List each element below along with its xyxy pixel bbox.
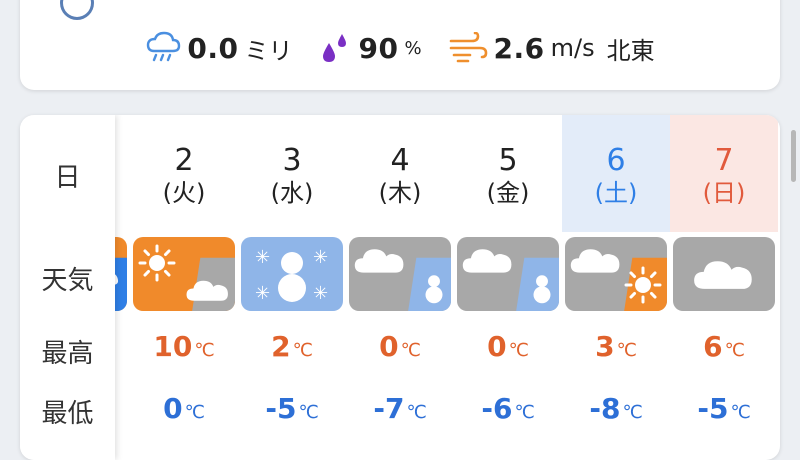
day-column[interactable]: 7 (日) 6 ℃ -5 ℃ — [670, 115, 778, 460]
high-temp-value: 3 — [595, 330, 615, 363]
low-temp: -5 ℃ — [238, 392, 346, 425]
high-temp-value: 0 — [379, 330, 399, 363]
wind-icon — [448, 32, 488, 64]
day-column[interactable]: 4 (木) 0 ℃ -7 ℃ — [346, 115, 454, 460]
high-temp: 0 ℃ — [346, 330, 454, 363]
temp-unit: ℃ — [730, 402, 751, 423]
low-temp: 0 ℃ — [130, 392, 238, 425]
low-temp: -5 ℃ — [670, 392, 778, 425]
temp-unit: ℃ — [400, 340, 421, 361]
day-of-week: (土) — [594, 179, 638, 207]
low-temp-value: -8 — [589, 392, 621, 425]
wind-stat: 2.6 m/s 北東 — [448, 31, 655, 66]
temp-unit: ℃ — [184, 402, 205, 423]
low-temp-value: -6 — [481, 392, 513, 425]
humidity-value: 90 — [358, 31, 399, 65]
temp-unit: ℃ — [292, 340, 313, 361]
temp-unit: ℃ — [514, 402, 535, 423]
low-temp: -6 ℃ — [454, 392, 562, 425]
row-label-high: 最高 — [41, 339, 94, 369]
temp-unit: ℃ — [724, 340, 745, 361]
row-label-date: 日 — [54, 163, 81, 193]
scrollbar-thumb[interactable] — [791, 130, 796, 182]
day-of-week: (金) — [486, 179, 530, 207]
day-of-week: (日) — [702, 179, 746, 207]
temp-unit: ℃ — [194, 340, 215, 361]
high-temp-value: 2 — [271, 330, 291, 363]
svg-text:✳: ✳ — [313, 247, 328, 268]
svg-text:✳: ✳ — [255, 283, 270, 304]
high-temp: 2 ℃ — [238, 330, 346, 363]
day-column[interactable]: 5 (金) 0 ℃ -6 ℃ — [454, 115, 562, 460]
temp-unit: ℃ — [406, 402, 427, 423]
temp-unit: ℃ — [508, 340, 529, 361]
temp-unit: ℃ — [298, 402, 319, 423]
cloud-to-snow-weather-icon — [349, 237, 451, 311]
cloud-to-sun-weather-icon — [565, 237, 667, 311]
humidity-drops-icon — [318, 31, 352, 65]
day-of-week: (木) — [378, 179, 422, 207]
high-temp-value: 10 — [153, 330, 193, 363]
svg-text:✳: ✳ — [313, 283, 328, 304]
temp-unit: ℃ — [616, 340, 637, 361]
cloud-weather-icon — [673, 237, 775, 311]
low-temp: -7 ℃ — [346, 392, 454, 425]
snow-weather-icon: ✳ ✳ ✳ ✳ — [241, 237, 343, 311]
low-temp-value: 0 — [163, 392, 183, 425]
high-temp-value: 0 — [487, 330, 507, 363]
rain-cloud-icon — [145, 31, 181, 65]
wind-direction: 北東 — [606, 36, 655, 65]
svg-text:✳: ✳ — [255, 247, 270, 268]
day-column[interactable]: 3 (水) ✳ ✳ ✳ ✳ 2 ℃ -5 ℃ — [238, 115, 346, 460]
current-stats: 0.0 ミリ 90 % 2.6 m/s 北東 — [20, 28, 780, 68]
day-of-week: (火) — [162, 179, 206, 207]
temp-unit: ℃ — [622, 402, 643, 423]
wind-value: 2.6 — [493, 31, 545, 65]
low-temp-value: -7 — [373, 392, 405, 425]
high-temp: 0 ℃ — [454, 330, 562, 363]
day-column[interactable]: 6 (土) 3 ℃ -8 ℃ — [562, 115, 670, 460]
low-temp: -8 ℃ — [562, 392, 670, 425]
high-temp: 10℃ — [130, 330, 238, 363]
current-weather-card: 0.0 ミリ 90 % 2.6 m/s 北東 — [20, 0, 780, 90]
humidity-unit: % — [404, 37, 422, 59]
row-label-column: 日 天気 最高 最低 — [20, 115, 115, 460]
precip-unit: ミリ — [244, 36, 293, 65]
low-temp-value: -5 — [265, 392, 297, 425]
high-temp: 3 ℃ — [562, 330, 670, 363]
day-column[interactable]: 2 (火) 10 ℃ 0 ℃ — [130, 115, 238, 460]
low-temp-value: -5 — [697, 392, 729, 425]
precipitation-stat: 0.0 ミリ — [145, 31, 292, 66]
location-icon — [60, 0, 94, 20]
wind-unit: m/s — [550, 34, 595, 62]
row-label-low: 最低 — [41, 399, 94, 429]
cloud-to-snow-weather-icon — [457, 237, 559, 311]
precip-value: 0.0 — [187, 31, 239, 65]
humidity-stat: 90 % — [318, 31, 422, 65]
weekly-forecast-card[interactable]: 1(月)10℃2℃2(火)10℃0℃3(水)✳✳✳✳2℃-5℃4(木)0℃-7℃… — [20, 115, 780, 460]
day-of-week: (水) — [270, 179, 314, 207]
row-label-weather: 天気 — [41, 266, 94, 296]
high-temp-value: 6 — [703, 330, 723, 363]
sun-to-cloud-weather-icon — [133, 237, 235, 311]
high-temp: 6 ℃ — [670, 330, 778, 363]
